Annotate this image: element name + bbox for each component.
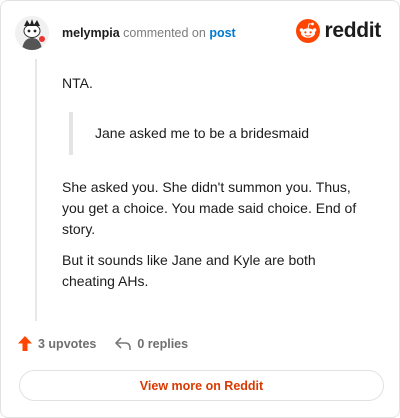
quote-text: Jane asked me to be a bridesmaid	[95, 125, 310, 141]
comment-header: melympia commented on post reddit	[15, 13, 385, 53]
comment-body: NTA. Jane asked me to be a bridesmaid Sh…	[62, 73, 372, 292]
comment-actions: 3 upvotes 0 replies	[17, 335, 188, 352]
thread-line	[35, 59, 37, 321]
blockquote: Jane asked me to be a bridesmaid	[69, 112, 372, 155]
comment-paragraph: She asked you. She didn't summon you. Th…	[62, 179, 357, 237]
avatar-snoo-icon	[15, 16, 49, 50]
action-text: commented on	[123, 26, 206, 40]
reddit-logo-icon	[296, 19, 321, 43]
username-link[interactable]: melympia	[62, 26, 120, 40]
reply-button[interactable]: 0 replies	[114, 336, 188, 352]
reddit-wordmark: reddit	[324, 19, 381, 42]
avatar[interactable]	[15, 16, 49, 50]
comment-byline: melympia commented on post	[62, 26, 236, 40]
view-more-button[interactable]: View more on Reddit	[19, 370, 384, 401]
post-link[interactable]: post	[209, 26, 235, 40]
upvote-button[interactable]: 3 upvotes	[17, 335, 96, 352]
comment-paragraph: But it sounds like Jane and Kyle are bot…	[62, 252, 316, 289]
reply-icon	[115, 336, 132, 350]
reply-count: 0 replies	[137, 336, 189, 351]
reddit-brand[interactable]: reddit	[296, 19, 381, 43]
comment-embed-card: melympia commented on post reddit NTA. J…	[0, 0, 400, 418]
comment-paragraph: NTA.	[62, 75, 93, 91]
upvote-count: 3 upvotes	[38, 336, 97, 351]
upvote-arrow-icon	[18, 336, 32, 351]
